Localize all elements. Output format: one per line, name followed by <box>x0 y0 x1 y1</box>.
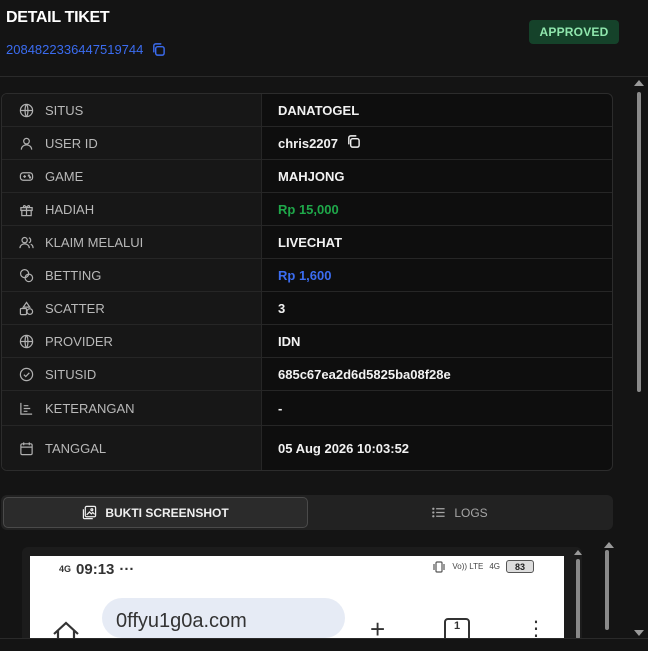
row-label: SCATTER <box>45 300 105 316</box>
gamepad-icon <box>19 171 34 181</box>
scrollbar-thumb[interactable] <box>637 92 641 392</box>
tab-label: LOGS <box>454 505 488 520</box>
phone-status-right: Vo)) LTE 4G 83 <box>432 560 534 573</box>
vibrate-icon <box>433 560 445 573</box>
battery-indicator: 83 <box>506 560 534 573</box>
tab-label: BUKTI SCREENSHOT <box>105 505 229 520</box>
screenshot-scrollbar[interactable] <box>574 550 582 638</box>
table-row: SITUS DANATOGEL <box>2 94 612 127</box>
check-circle-icon <box>19 367 34 381</box>
row-value: chris2207 <box>278 135 338 151</box>
row-value: MAHJONG <box>278 168 345 184</box>
image-gallery-icon <box>83 505 97 520</box>
row-label: KETERANGAN <box>45 400 135 416</box>
screenshot-viewer[interactable]: 4G 09:13 ··· Vo)) LTE 4G 83 0ffyu1g0a.co… <box>22 547 582 638</box>
copy-icon[interactable] <box>151 42 166 57</box>
bottom-edge <box>0 638 648 651</box>
page-title: DETAIL TIKET <box>6 9 110 26</box>
table-row: KETERANGAN - <box>2 391 612 426</box>
coins-icon <box>19 268 34 282</box>
page-scrollbar[interactable] <box>630 78 648 640</box>
row-value: 685c67ea2d6d5825ba08f28e <box>278 366 451 382</box>
tab-logs[interactable]: LOGS <box>308 497 611 528</box>
row-value: - <box>278 400 283 416</box>
details-table: SITUS DANATOGEL USER ID chris2207 GAME M… <box>1 93 613 471</box>
row-value: LIVECHAT <box>278 234 343 250</box>
row-label: PROVIDER <box>45 333 113 349</box>
table-row: USER ID chris2207 <box>2 127 612 160</box>
gift-icon <box>20 204 33 216</box>
row-label: USER ID <box>45 135 98 151</box>
row-label: KLAIM MELALUI <box>45 234 144 250</box>
address-text: 0ffyu1g0a.com <box>116 610 247 632</box>
copy-icon[interactable] <box>346 134 361 152</box>
more-vertical-icon: ⋮ <box>526 618 546 638</box>
table-row: SCATTER 3 <box>2 292 612 325</box>
row-label: BETTING <box>45 267 102 283</box>
viewer-scrollbar[interactable] <box>600 540 614 638</box>
user-icon <box>20 137 33 150</box>
details-scroll-area[interactable]: SITUS DANATOGEL USER ID chris2207 GAME M… <box>0 78 630 638</box>
screenshot-image[interactable]: 4G 09:13 ··· Vo)) LTE 4G 83 0ffyu1g0a.co… <box>30 556 564 638</box>
text-align-icon <box>20 402 33 415</box>
users-icon <box>19 236 34 248</box>
new-tab-icon: + <box>370 614 386 638</box>
row-label: TANGGAL <box>45 440 107 456</box>
status-dots: ··· <box>119 560 135 578</box>
scroll-up-arrow-icon[interactable] <box>574 550 582 555</box>
row-value: 05 Aug 2026 10:03:52 <box>278 440 410 456</box>
scroll-down-arrow-icon[interactable] <box>634 630 644 636</box>
table-row: SITUSID 685c67ea2d6d5825ba08f28e <box>2 358 612 391</box>
status-badge: APPROVED <box>529 20 619 44</box>
signal-label: 4G <box>489 562 500 571</box>
network-label: 4G <box>59 564 72 574</box>
row-label: GAME <box>45 168 84 184</box>
ticket-header: DETAIL TIKET 2084822336447519744 APPROVE… <box>0 0 648 77</box>
calendar-icon <box>20 441 33 455</box>
row-value: Rp 1,600 <box>278 267 332 283</box>
table-row: HADIAH Rp 15,000 <box>2 193 612 226</box>
row-value: IDN <box>278 333 301 349</box>
globe-icon <box>19 334 34 348</box>
ticket-id[interactable]: 2084822336447519744 <box>6 42 166 57</box>
address-bar: 0ffyu1g0a.com <box>102 598 345 638</box>
globe-icon <box>19 103 34 117</box>
volte-label: Vo)) LTE <box>452 562 484 571</box>
ticket-id-text[interactable]: 2084822336447519744 <box>6 42 143 57</box>
shapes-icon <box>19 300 34 315</box>
row-label: HADIAH <box>45 201 95 217</box>
row-label: SITUSID <box>45 366 97 382</box>
table-row: BETTING Rp 1,600 <box>2 259 612 292</box>
row-value: DANATOGEL <box>278 102 360 118</box>
scroll-up-arrow-icon[interactable] <box>604 542 614 548</box>
row-value: 3 <box>278 300 286 316</box>
scroll-up-arrow-icon[interactable] <box>634 80 644 86</box>
tab-bukti-screenshot[interactable]: BUKTI SCREENSHOT <box>3 497 308 528</box>
row-label: SITUS <box>45 102 84 118</box>
home-icon <box>53 621 79 638</box>
table-row: PROVIDER IDN <box>2 325 612 358</box>
scrollbar-thumb[interactable] <box>605 550 609 630</box>
table-row: GAME MAHJONG <box>2 160 612 193</box>
phone-time: 09:13 <box>76 560 115 578</box>
row-value: Rp 15,000 <box>278 201 339 217</box>
table-row: KLAIM MELALUI LIVECHAT <box>2 226 612 259</box>
list-icon <box>432 507 445 518</box>
table-row: TANGGAL 05 Aug 2026 10:03:52 <box>2 426 612 470</box>
scrollbar-thumb[interactable] <box>576 559 580 638</box>
proof-tabs: BUKTI SCREENSHOT LOGS <box>1 495 613 530</box>
tab-count-icon: 1 <box>444 618 470 638</box>
